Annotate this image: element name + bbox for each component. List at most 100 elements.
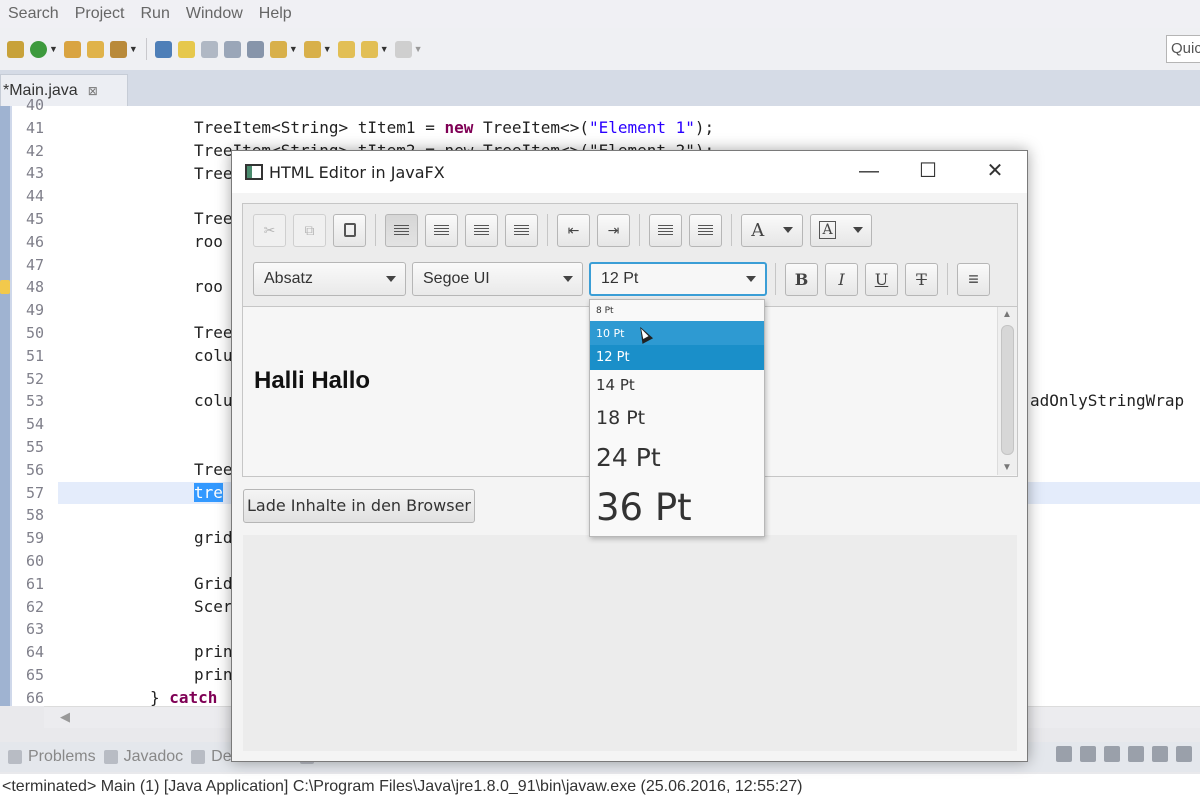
chevron-down-icon — [746, 276, 756, 282]
outdent-button[interactable]: ⇤ — [557, 213, 590, 247]
last-edit-icon[interactable] — [337, 40, 355, 58]
toolbar-bottom: Absatz Segoe UI 12 Pt B I U T ≡ — [243, 260, 1017, 298]
vertical-scrollbar[interactable]: ▲ ▼ — [997, 307, 1017, 475]
build-icon[interactable] — [7, 40, 24, 58]
align-left-button[interactable] — [385, 213, 418, 247]
underline-button[interactable]: U — [865, 262, 898, 296]
toggle-mark-icon[interactable] — [154, 40, 172, 58]
tools-icon[interactable] — [109, 40, 127, 58]
cut-button[interactable]: ✂ — [253, 213, 286, 247]
back-icon[interactable] — [360, 40, 378, 58]
toolbar-separator — [547, 214, 548, 246]
menu-run[interactable]: Run — [133, 5, 178, 23]
size-option-12[interactable]: 12 Pt — [590, 345, 764, 370]
size-option-36[interactable]: 36 Pt — [590, 478, 764, 536]
code-line-66: } catch — [150, 688, 218, 707]
close-icon[interactable]: ⊠ — [88, 84, 98, 98]
scroll-left-icon[interactable]: ◀ — [60, 709, 70, 725]
align-center-button[interactable] — [425, 213, 458, 247]
indent-button[interactable]: ⇥ — [597, 213, 630, 247]
forward-icon[interactable] — [394, 40, 412, 58]
menu-project[interactable]: Project — [67, 5, 133, 23]
format-combo[interactable]: Absatz — [253, 262, 406, 296]
chevron-down-icon[interactable]: ▼ — [289, 44, 298, 54]
size-option-24[interactable]: 24 Pt — [590, 436, 764, 478]
toolbar-top: ✂ ⧉ ⇤ ⇥ A A — [243, 212, 1017, 248]
scroll-down-icon[interactable]: ▼ — [1002, 462, 1012, 473]
size-option-14[interactable]: 14 Pt — [590, 370, 764, 400]
code-line-51: colu — [194, 346, 233, 365]
prev-annotation-icon[interactable] — [303, 40, 321, 58]
toolbar-separator — [639, 214, 640, 246]
scroll-lock-icon[interactable] — [1152, 746, 1168, 762]
line-number: 44 — [25, 187, 44, 205]
strikethrough-button[interactable]: T — [905, 262, 938, 296]
eclipse-toolbar: ▼ ▼ ▼ ▼ ▼ ▼ — [0, 28, 1200, 70]
font-size-combo[interactable]: 12 Pt — [589, 262, 767, 296]
chevron-down-icon[interactable]: ▼ — [323, 44, 332, 54]
remove-launch-icon[interactable] — [1080, 746, 1096, 762]
remove-all-icon[interactable] — [1104, 746, 1120, 762]
size-option-10[interactable]: 10 Pt — [590, 321, 764, 345]
app-icon — [245, 164, 263, 180]
line-number: 47 — [25, 256, 44, 274]
chevron-down-icon[interactable]: ▼ — [49, 44, 58, 54]
numbered-list-icon — [698, 224, 713, 236]
scroll-up-icon[interactable]: ▲ — [1002, 309, 1012, 320]
numbers-button[interactable] — [689, 213, 722, 247]
refresh-icon[interactable] — [30, 40, 47, 58]
bullets-button[interactable] — [649, 213, 682, 247]
block-select-icon[interactable] — [223, 40, 241, 58]
code-line-56: Tree — [194, 460, 233, 479]
menu-window[interactable]: Window — [178, 5, 251, 23]
fx-titlebar[interactable]: HTML Editor in JavaFX — ☐ ✕ — [232, 151, 1027, 193]
chevron-down-icon — [563, 276, 573, 282]
code-line-65: prin — [194, 665, 233, 684]
warning-icon[interactable] — [0, 280, 10, 294]
open-type-icon[interactable] — [63, 40, 81, 58]
chevron-down-icon[interactable]: ▼ — [414, 44, 423, 54]
size-option-18[interactable]: 18 Pt — [590, 400, 764, 436]
align-right-button[interactable] — [465, 213, 498, 247]
justify-button[interactable] — [505, 213, 538, 247]
scrollbar-thumb[interactable] — [1001, 325, 1014, 455]
chevron-down-icon[interactable]: ▼ — [129, 44, 138, 54]
italic-button[interactable]: I — [825, 262, 858, 296]
next-annotation-icon[interactable] — [269, 40, 287, 58]
chevron-down-icon — [386, 276, 396, 282]
size-option-8[interactable]: 8 Pt — [590, 300, 764, 321]
terminate-icon[interactable] — [1056, 746, 1072, 762]
annotation-icon[interactable] — [200, 40, 218, 58]
pin-console-icon[interactable] — [1176, 746, 1192, 762]
close-button[interactable]: ✕ — [972, 157, 1018, 187]
bold-button[interactable]: B — [785, 262, 818, 296]
menu-search[interactable]: Search — [0, 5, 67, 23]
code-line-48: roo — [194, 277, 223, 296]
line-number: 61 — [25, 575, 44, 593]
horizontal-rule-button[interactable]: ≡ — [957, 262, 990, 296]
toolbar-separator — [775, 263, 776, 295]
load-into-browser-button[interactable]: Lade Inhalte in den Browser — [243, 489, 475, 523]
minimize-button[interactable]: — — [846, 157, 892, 187]
font-family-combo[interactable]: Segoe UI — [412, 262, 583, 296]
text-color-picker[interactable]: A — [741, 213, 803, 247]
menu-help[interactable]: Help — [251, 5, 300, 23]
toolbar-separator — [375, 214, 376, 246]
background-color-icon: A — [819, 221, 836, 239]
tab-problems[interactable]: Problems — [8, 748, 96, 766]
maximize-button[interactable]: ☐ — [905, 157, 951, 187]
quick-access-input[interactable]: Quic — [1166, 35, 1200, 63]
line-number: 55 — [25, 438, 44, 456]
web-view[interactable] — [243, 535, 1017, 751]
chevron-down-icon[interactable]: ▼ — [380, 44, 389, 54]
line-number: 62 — [25, 598, 44, 616]
copy-button[interactable]: ⧉ — [293, 213, 326, 247]
highlight-icon[interactable] — [177, 40, 195, 58]
show-whitespace-icon[interactable] — [246, 40, 264, 58]
tab-javadoc[interactable]: Javadoc — [103, 748, 183, 766]
console-output: <terminated> Main (1) [Java Application]… — [0, 774, 1200, 800]
clear-console-icon[interactable] — [1128, 746, 1144, 762]
open-folder-icon[interactable] — [86, 40, 104, 58]
paste-button[interactable] — [333, 213, 366, 247]
background-color-picker[interactable]: A — [810, 213, 872, 247]
